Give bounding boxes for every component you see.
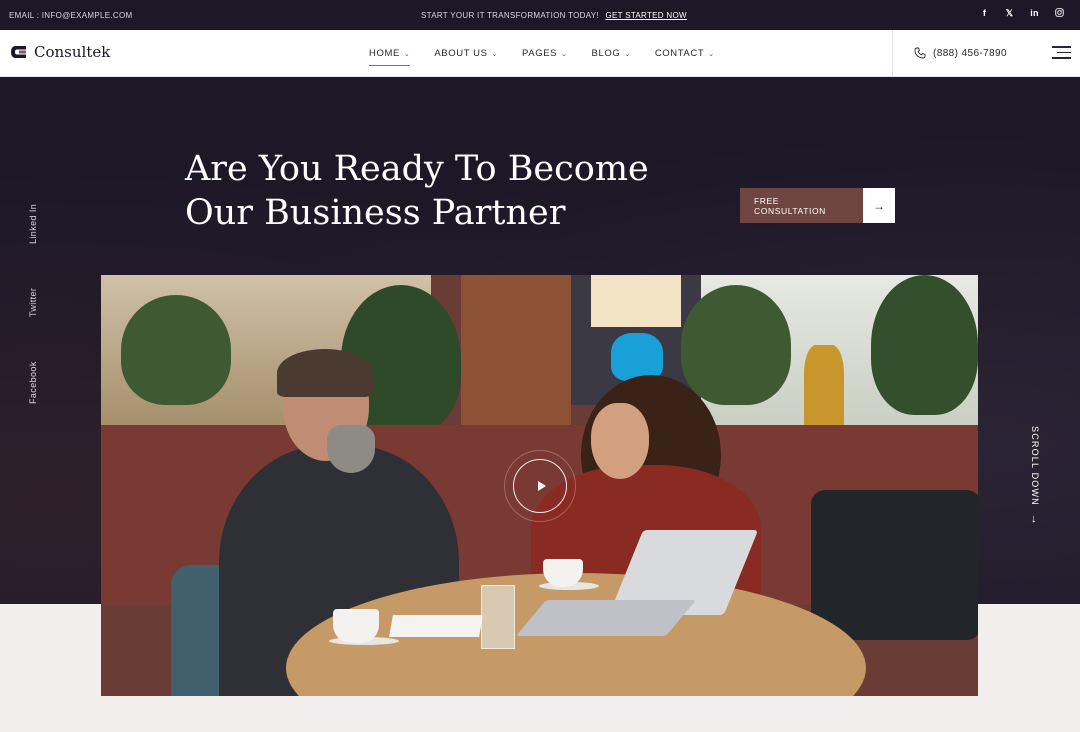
- nav-blog[interactable]: BLOG ⌄: [592, 48, 631, 59]
- nav-contact-label: CONTACT: [654, 48, 705, 59]
- promo-text: START YOUR IT TRANSFORMATION TODAY!: [421, 11, 599, 20]
- nav-contact[interactable]: CONTACT ⌄: [655, 48, 715, 59]
- side-link-linkedin[interactable]: Linked In: [28, 204, 38, 244]
- phone-contact[interactable]: (888) 456-7890: [914, 47, 1007, 59]
- nav-home-label: HOME: [369, 48, 400, 59]
- nav-pages-label: PAGES: [522, 48, 558, 59]
- facebook-icon[interactable]: f: [972, 8, 997, 19]
- top-socials: f 𝕏 in: [972, 8, 1072, 19]
- logo-text: Consultek: [34, 43, 111, 61]
- cta-label: FREE CONSULTATION: [740, 188, 863, 223]
- get-started-link[interactable]: GET STARTED NOW: [605, 11, 686, 20]
- nav-blog-label: BLOG: [591, 48, 621, 59]
- nav-about-us[interactable]: ABOUT US ⌄: [434, 48, 498, 59]
- contact-email[interactable]: EMAIL : INFO@EXAMPLE.COM: [9, 11, 133, 20]
- headline-line-1: Are You Ready To Become: [185, 149, 649, 189]
- chevron-down-icon: ⌄: [708, 50, 715, 58]
- scroll-down-link[interactable]: SCROLL DOWN: [1030, 426, 1040, 506]
- top-bar: EMAIL : INFO@EXAMPLE.COM START YOUR IT T…: [0, 0, 1080, 30]
- play-icon: [537, 481, 546, 491]
- linkedin-icon[interactable]: in: [1022, 8, 1047, 19]
- arrow-down-icon: ↓: [1031, 513, 1037, 525]
- headline-line-2: Our Business Partner: [185, 193, 566, 233]
- x-icon[interactable]: 𝕏: [997, 8, 1022, 19]
- nav-home[interactable]: HOME ⌄: [369, 48, 411, 66]
- nav-pages[interactable]: PAGES ⌄: [522, 48, 568, 59]
- site-logo[interactable]: Consultek: [10, 43, 110, 61]
- menu-icon[interactable]: [1052, 46, 1071, 60]
- phone-number: (888) 456-7890: [933, 47, 1007, 59]
- arrow-right-icon: →: [863, 188, 895, 223]
- chevron-down-icon: ⌄: [491, 50, 499, 58]
- logo-mark-icon: [10, 43, 28, 61]
- side-link-twitter[interactable]: Twitter: [28, 288, 38, 317]
- instagram-icon[interactable]: [1047, 8, 1072, 19]
- phone-icon: [914, 47, 926, 59]
- main-header: Consultek HOME ⌄ ABOUT US ⌄ PAGES ⌄ BLOG…: [0, 30, 1080, 77]
- chevron-down-icon: ⌄: [561, 50, 568, 58]
- chevron-down-icon: ⌄: [624, 50, 631, 58]
- chevron-down-icon: ⌄: [403, 50, 411, 58]
- promo-banner: START YOUR IT TRANSFORMATION TODAY! GET …: [421, 11, 687, 20]
- nav-about-label: ABOUT US: [434, 48, 488, 59]
- header-divider: [892, 30, 893, 77]
- hero-headline: Are You Ready To Become Our Business Par…: [185, 147, 665, 235]
- side-link-facebook[interactable]: Facebook: [28, 361, 38, 404]
- free-consultation-button[interactable]: FREE CONSULTATION →: [740, 188, 895, 223]
- hero-video[interactable]: [101, 275, 978, 696]
- main-nav: HOME ⌄ ABOUT US ⌄ PAGES ⌄ BLOG ⌄ CONTACT…: [369, 48, 739, 66]
- play-button[interactable]: [504, 450, 576, 522]
